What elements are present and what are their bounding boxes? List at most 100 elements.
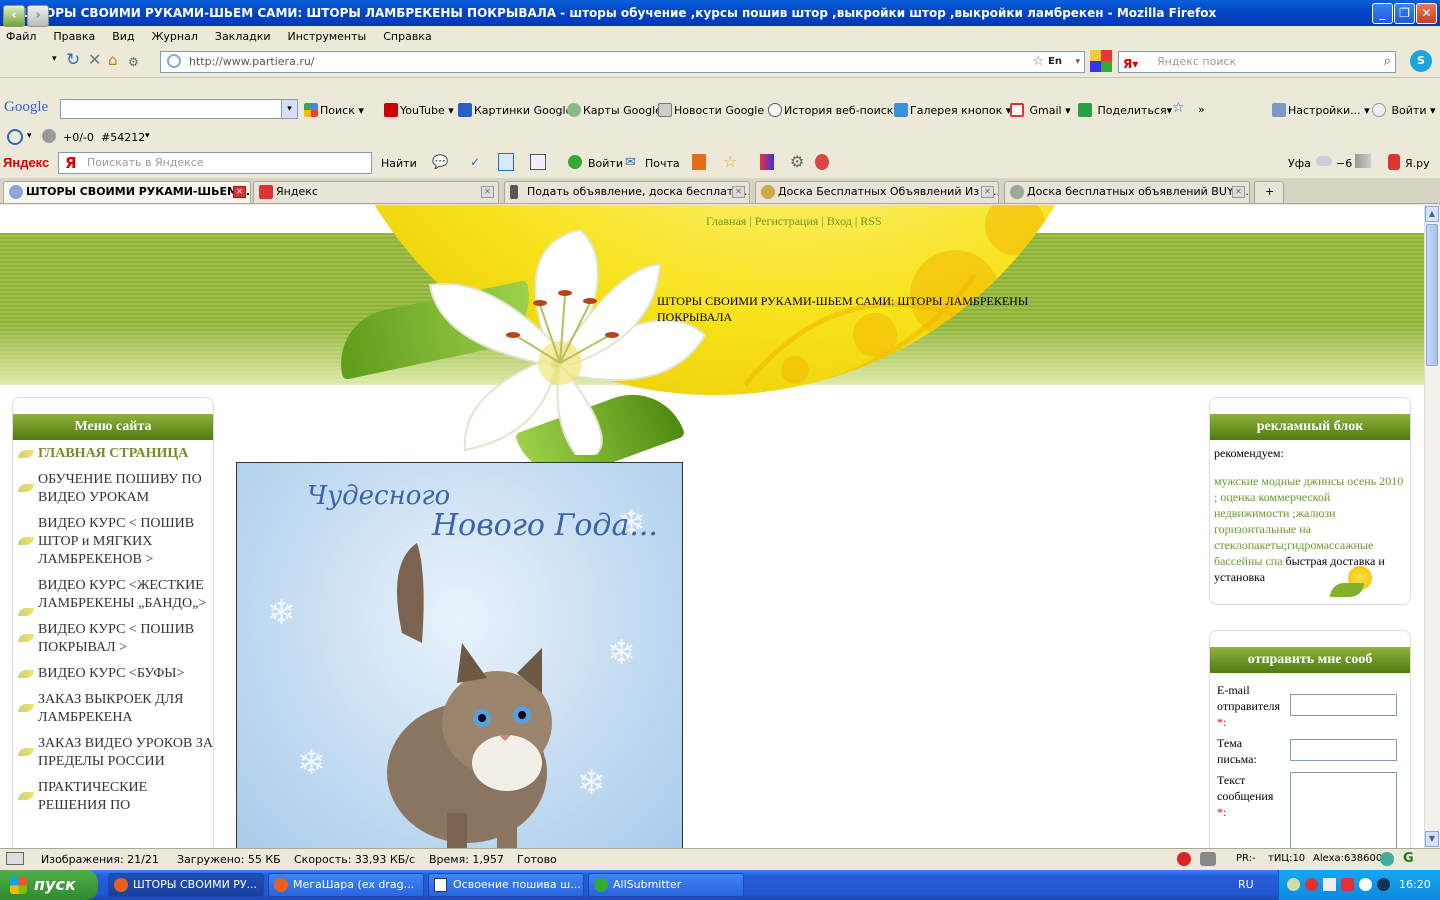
tab-close-icon[interactable]: ✕ bbox=[1232, 186, 1245, 198]
youtube-button[interactable]: YouTube ▾ bbox=[384, 103, 454, 117]
site-identity-icon[interactable] bbox=[167, 54, 181, 68]
google-search-input[interactable]: ▾ bbox=[60, 99, 298, 119]
google-news-button[interactable]: Новости Google ▾ bbox=[658, 103, 773, 117]
google-dropdown-icon[interactable]: ▾ bbox=[281, 100, 297, 118]
taskbar-item-megashara[interactable]: МегаШара (ex drag... bbox=[268, 873, 424, 897]
subject-input[interactable] bbox=[1290, 739, 1397, 761]
menu-edit[interactable]: Правка bbox=[53, 30, 95, 43]
share-button[interactable]: Поделиться▾ bbox=[1078, 103, 1172, 117]
forward-button[interactable]: › bbox=[27, 5, 49, 27]
google-search-button[interactable]: Поиск ▾ bbox=[304, 103, 364, 117]
new-year-card-image[interactable]: ❄ ❄ ❄ ❄ ❄ Чудесного Нового Года... bbox=[236, 462, 683, 848]
yandex-login-button[interactable]: Войти bbox=[588, 157, 623, 170]
scroll-up-arrow[interactable]: ▲ bbox=[1425, 206, 1439, 222]
tab-ads-1[interactable]: Подать объявление, доска бесплатн... ✕ bbox=[504, 181, 750, 203]
tab-close-icon[interactable]: ✕ bbox=[981, 186, 994, 198]
tab-close-icon[interactable]: ✕ bbox=[732, 186, 745, 198]
yandex-logo[interactable]: Яндекс bbox=[3, 155, 49, 170]
minimize-button[interactable]: _ bbox=[1372, 3, 1393, 24]
yaru-link[interactable]: Я.ру bbox=[1405, 157, 1430, 170]
tray-clock[interactable]: 16:20 bbox=[1399, 878, 1431, 891]
web-history-button[interactable]: История веб-поиска bbox=[768, 103, 900, 117]
scroll-down-arrow[interactable]: ▼ bbox=[1425, 831, 1439, 847]
menu-tools[interactable]: Инструменты bbox=[288, 30, 367, 43]
status-panel-icon[interactable] bbox=[6, 852, 24, 865]
start-button[interactable]: пуск bbox=[0, 870, 98, 900]
page-tools-icon[interactable] bbox=[530, 154, 546, 170]
bookmark-star-icon[interactable]: ☆ bbox=[1032, 52, 1044, 72]
google-maps-button[interactable]: Карты Google bbox=[567, 103, 662, 117]
window-titlebar[interactable]: ШТОРЫ СВОИМИ РУКАМИ-ШЬЕМ САМИ: ШТОРЫ ЛАМ… bbox=[0, 0, 1440, 26]
tray-yandex-icon[interactable] bbox=[1305, 878, 1318, 891]
message-textarea[interactable] bbox=[1290, 772, 1397, 848]
new-tab-button[interactable]: + bbox=[1254, 181, 1284, 203]
settings-gear-icon[interactable]: ⚙ bbox=[790, 152, 804, 171]
stop-status-icon[interactable] bbox=[1177, 852, 1191, 866]
google-logo[interactable]: Google bbox=[4, 99, 48, 116]
menu-view[interactable]: Вид bbox=[112, 30, 134, 43]
nav-link-login[interactable]: Вход bbox=[827, 214, 852, 228]
site-id-text[interactable]: #54212 bbox=[101, 131, 145, 144]
tab-yandex[interactable]: Яндекс ✕ bbox=[253, 181, 499, 203]
tab-close-icon[interactable]: ✕ bbox=[233, 186, 246, 198]
yandex-search-input[interactable]: Я Поискать в Яндексе bbox=[58, 152, 372, 174]
g-status-icon[interactable]: G bbox=[1403, 851, 1414, 866]
tab-ads-2[interactable]: Доска Бесплатных Объявлений Из р... ✕ bbox=[755, 181, 999, 203]
menu-item-bufy-course[interactable]: ВИДЕО КУРС <БУФЫ> bbox=[18, 665, 213, 683]
gmail-button[interactable]: Gmail ▾ bbox=[1010, 103, 1071, 117]
market-icon[interactable] bbox=[692, 154, 706, 170]
tray-icon-5[interactable] bbox=[1359, 878, 1372, 891]
taskbar-item-document[interactable]: Освоение пошива ш... bbox=[428, 873, 584, 897]
taskbar-item-firefox[interactable]: ШТОРЫ СВОИМИ РУ... bbox=[108, 873, 264, 897]
yandex-search-box[interactable]: Я▾ Яндекс поиск ⌕ bbox=[1118, 51, 1396, 73]
globe-status-icon[interactable] bbox=[1380, 852, 1394, 866]
tray-shield-icon[interactable] bbox=[1341, 878, 1354, 891]
favorites-star-icon[interactable]: ☆ bbox=[723, 152, 737, 171]
menu-item-bedspread-course[interactable]: ВИДЕО КУРС < ПОШИВ ПОКРЫВАЛ > bbox=[18, 621, 213, 657]
yandex-find-button[interactable]: Найти bbox=[381, 157, 417, 170]
menu-bookmarks[interactable]: Закладки bbox=[215, 30, 271, 43]
tray-icon-3[interactable] bbox=[1323, 878, 1336, 891]
info-icon[interactable] bbox=[815, 154, 829, 170]
nav-link-register[interactable]: Регистрация bbox=[755, 214, 819, 228]
rating-icon[interactable] bbox=[7, 129, 23, 145]
menu-help[interactable]: Справка bbox=[383, 30, 431, 43]
menu-item-patterns-order[interactable]: ЗАКАЗ ВЫКРОЕК ДЛЯ ЛАМБРЕКЕНА bbox=[18, 691, 213, 727]
site-id-dropdown-icon[interactable]: ▾ bbox=[145, 131, 150, 141]
tray-icon-1[interactable] bbox=[1287, 878, 1300, 891]
search-icon[interactable]: ⌕ bbox=[1384, 52, 1391, 72]
weather-city[interactable]: Уфа bbox=[1288, 157, 1311, 170]
sender-email-input[interactable] bbox=[1290, 694, 1397, 716]
translate-icon[interactable] bbox=[498, 153, 514, 171]
url-bar[interactable]: http://www.partiera.ru/ ☆ En ▾ bbox=[160, 51, 1085, 73]
skype-icon[interactable]: S bbox=[1410, 50, 1432, 72]
rating-dropdown-icon[interactable]: ▾ bbox=[27, 131, 32, 141]
button-gallery-button[interactable]: Галерея кнопок ▾ bbox=[894, 103, 1011, 117]
chat-icon[interactable]: 💬 bbox=[432, 155, 448, 170]
back-button[interactable]: ‹ bbox=[3, 5, 25, 27]
nav-link-home[interactable]: Главная bbox=[706, 214, 746, 228]
language-badge[interactable]: En bbox=[1048, 52, 1062, 72]
url-dropdown-icon[interactable]: ▾ bbox=[1075, 52, 1080, 72]
google-signin-button[interactable]: Войти ▾ bbox=[1372, 103, 1436, 117]
stop-icon[interactable]: ✕ bbox=[88, 50, 101, 69]
menu-item-curtains-course[interactable]: ВИДЕО КУРС < ПОШИВ ШТОР и МЯГКИХ ЛАМБРЕК… bbox=[18, 515, 213, 569]
tab-close-icon[interactable]: ✕ bbox=[481, 186, 494, 198]
ad-link-jeans[interactable]: мужские модные джинсы осень 2010 bbox=[1214, 474, 1403, 488]
yandex-mail-button[interactable]: Почта bbox=[645, 157, 680, 170]
language-indicator[interactable]: RU bbox=[1238, 878, 1254, 891]
tab-partiera[interactable]: ШТОРЫ СВОИМИ РУКАМИ-ШЬЕМ ... ✕ bbox=[3, 181, 251, 203]
settings-button[interactable]: Настройки... ▾ bbox=[1272, 103, 1370, 117]
tools-icon[interactable]: ⚙ bbox=[128, 55, 139, 69]
menu-history[interactable]: Журнал bbox=[152, 30, 198, 43]
addon-status-icon[interactable] bbox=[1200, 852, 1216, 866]
more-chevron[interactable]: » bbox=[1198, 103, 1205, 116]
menu-item-international-order[interactable]: ЗАКАЗ ВИДЕО УРОКОВ ЗА ПРЕДЕЛЫ РОССИИ bbox=[18, 735, 213, 771]
nav-link-rss[interactable]: RSS bbox=[860, 214, 881, 228]
bookmarks-star-icon[interactable]: ☆ bbox=[1172, 100, 1185, 116]
menu-item-home[interactable]: ГЛАВНАЯ СТРАНИЦА bbox=[18, 445, 213, 463]
books-icon[interactable] bbox=[760, 154, 774, 170]
close-window-button[interactable]: ✕ bbox=[1416, 3, 1437, 24]
maximize-button[interactable]: ❐ bbox=[1394, 3, 1415, 24]
scroll-thumb[interactable] bbox=[1426, 224, 1438, 366]
